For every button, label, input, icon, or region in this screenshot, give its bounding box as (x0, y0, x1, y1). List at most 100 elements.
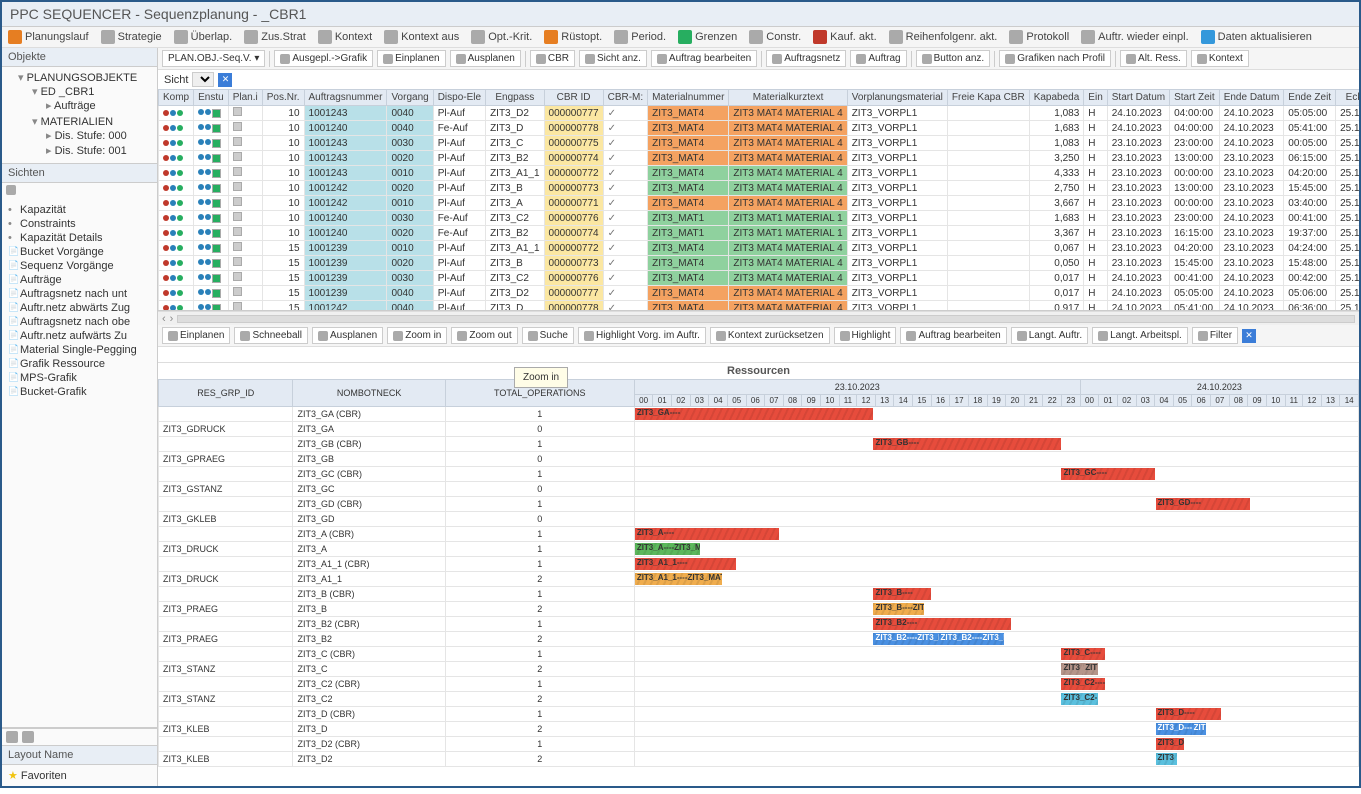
col-header[interactable]: Vorplanungsmaterial (847, 90, 947, 106)
gantt-row[interactable]: ZIT3_GD (CBR)1ZIT3_GD---- (159, 497, 1359, 512)
gantt-btn-einplanen[interactable]: Einplanen (162, 327, 230, 344)
sicht-select[interactable] (192, 72, 214, 87)
gantt-row[interactable]: ZIT3_GC (CBR)1ZIT3_GC---- (159, 467, 1359, 482)
grid-btn-einplanen[interactable]: Einplanen (377, 50, 445, 67)
toolbar-reihenfolgenr-akt-[interactable]: Reihenfolgenr. akt. (889, 30, 998, 44)
table-row[interactable]: 1510012390030Pl-AufZIT3_C2000000776ZIT3_… (159, 271, 1360, 286)
gantt-track[interactable]: ZIT3 (635, 752, 1358, 766)
gantt-track[interactable]: ZIT3_A1_1---- (635, 557, 1358, 571)
delete-icon[interactable] (22, 731, 34, 743)
gantt-track[interactable]: ZIT3_GA---- (635, 407, 1358, 421)
gantt-track[interactable] (635, 512, 1358, 526)
gantt-track[interactable]: ZIT3_B2---- (635, 617, 1358, 631)
sichten-item[interactable]: Aufträge (4, 273, 155, 287)
gantt-row[interactable]: ZIT3_GDRUCKZIT3_GA0 (159, 422, 1359, 437)
grid-btn-grafiken-nach-profil[interactable]: Grafiken nach Profil (999, 50, 1111, 67)
gantt-row[interactable]: ZIT3_GKLEBZIT3_GD0 (159, 512, 1359, 527)
gantt-row[interactable]: ZIT3_B (CBR)1ZIT3_B---- (159, 587, 1359, 602)
gantt-row[interactable]: ZIT3_D (CBR)1ZIT3_D---- (159, 707, 1359, 722)
gantt-btn-zoom-out[interactable]: Zoom out (451, 327, 517, 344)
grid-btn-auftrag-bearbeiten[interactable]: Auftrag bearbeiten (651, 50, 757, 67)
toolbar-strategie[interactable]: Strategie (101, 30, 162, 44)
gantt-btn-suche[interactable]: Suche (522, 327, 574, 344)
gantt-row[interactable]: ZIT3_A (CBR)1ZIT3_A---- (159, 527, 1359, 542)
toolbar-daten-aktualisieren[interactable]: Daten aktualisieren (1201, 30, 1312, 44)
toolbar-protokoll[interactable]: Protokoll (1009, 30, 1069, 44)
favorites-item[interactable]: Favoriten (8, 770, 67, 782)
gantt-bar[interactable]: ZIT3_GC---- (1061, 468, 1155, 480)
filter-close-icon[interactable]: ✕ (1242, 329, 1256, 343)
gantt-bar[interactable]: ZIT3_GD---- (1156, 498, 1250, 510)
gantt-track[interactable]: ZIT3ZIT (635, 662, 1358, 676)
col-header[interactable]: Materialkurztext (729, 90, 847, 106)
sichten-item[interactable]: MPS-Grafik (4, 371, 155, 385)
gantt-track[interactable]: ZIT3_A----ZIT3_MAT4 (635, 542, 1358, 556)
gantt-bar[interactable]: ZIT3_C2- (1061, 693, 1097, 705)
grid-btn-cbr[interactable]: CBR (530, 50, 575, 67)
gantt-row[interactable]: ZIT3_C2 (CBR)1ZIT3_C2---- (159, 677, 1359, 692)
gantt-row[interactable]: ZIT3_PRAEGZIT3_B2ZIT3_B----ZIT3 (159, 602, 1359, 617)
gantt-row[interactable]: ZIT3_D2 (CBR)1ZIT3_D2 (159, 737, 1359, 752)
col-header[interactable]: Start Datum (1107, 90, 1169, 106)
table-row[interactable]: 1010012400020Fe-AufZIT3_B2000000774ZIT3_… (159, 226, 1360, 241)
col-header[interactable]: Engpass (486, 90, 544, 106)
tree-root[interactable]: PLANUNGSOBJEKTE (27, 72, 138, 84)
gantt-bar[interactable]: ZIT3_B2----ZIT3_M (873, 633, 938, 645)
gantt-track[interactable]: ZIT3_C2---- (635, 677, 1358, 691)
gantt-track[interactable] (635, 422, 1358, 436)
grid-btn-alt-ress-[interactable]: Alt. Ress. (1120, 50, 1187, 67)
toolbar--berlap-[interactable]: Überlap. (174, 30, 233, 44)
plan-obj-dropdown[interactable]: PLAN.OBJ.-Seq.V. ▾ (162, 50, 265, 67)
scroll-right-icon[interactable]: › (170, 313, 174, 325)
grid-btn-auftragsnetz[interactable]: Auftragsnetz (766, 50, 846, 67)
gantt-bar[interactable]: ZIT3_C2---- (1061, 678, 1104, 690)
gantt-bar[interactable]: ZIT3_B2----ZIT3_MA (939, 633, 1004, 645)
gantt-row[interactable]: ZIT3_DRUCKZIT3_A1_12ZIT3_A1_1----ZIT3_MA… (159, 572, 1359, 587)
gantt-row[interactable]: ZIT3_GB (CBR)1ZIT3_GB---- (159, 437, 1359, 452)
gantt-track[interactable]: ZIT3_D---- (635, 707, 1358, 721)
table-row[interactable]: 1510012390010Pl-AufZIT3_A1_1000000772ZIT… (159, 241, 1360, 256)
toolbar-auftr-wieder-einpl-[interactable]: Auftr. wieder einpl. (1081, 30, 1189, 44)
gantt-row[interactable]: ZIT3_A1_1 (CBR)1ZIT3_A1_1---- (159, 557, 1359, 572)
table-row[interactable]: 1510012390040Pl-AufZIT3_D2000000777ZIT3_… (159, 286, 1360, 301)
tree-item[interactable]: ED _CBR1Aufträge (32, 84, 155, 114)
col-header[interactable]: Plan.i (228, 90, 262, 106)
gantt-bar[interactable]: ZIT3_B---- (873, 588, 931, 600)
gantt-track[interactable]: ZIT3_GB---- (635, 437, 1358, 451)
gantt-row[interactable]: ZIT3_GSTANZZIT3_GC0 (159, 482, 1359, 497)
table-row[interactable]: 1010012400040Fe-AufZIT3_D000000778ZIT3_M… (159, 121, 1360, 136)
col-header[interactable]: Start Zeit (1170, 90, 1220, 106)
gantt-bar[interactable]: ZIT3_D---- (1156, 708, 1221, 720)
toolbar-constr-[interactable]: Constr. (749, 30, 801, 44)
col-header[interactable]: Dispo-Ele (433, 90, 485, 106)
gantt-col-header[interactable]: NOMBOTNECK (293, 380, 445, 407)
gantt-row[interactable]: ZIT3_PRAEGZIT3_B22ZIT3_B2----ZIT3_MZIT3_… (159, 632, 1359, 647)
col-header[interactable]: Auftragsnummer (304, 90, 387, 106)
close-icon[interactable]: ✕ (218, 73, 232, 87)
gantt-btn-filter[interactable]: Filter (1192, 327, 1238, 344)
sichten-item[interactable]: Auftr.netz aufwärts Zu (4, 329, 155, 343)
sichten-item[interactable]: Kapazität Details (4, 231, 155, 245)
gantt-track[interactable]: ZIT3_B---- (635, 587, 1358, 601)
col-header[interactable]: Eckende (1336, 90, 1359, 106)
gantt-row[interactable]: ZIT3_GA (CBR)1ZIT3_GA---- (159, 407, 1359, 422)
grid-btn-sicht-anz-[interactable]: Sicht anz. (579, 50, 647, 67)
table-row[interactable]: 1010012430010Pl-AufZIT3_A1_1000000772ZIT… (159, 166, 1360, 181)
gantt-btn-ausplanen[interactable]: Ausplanen (312, 327, 383, 344)
gantt-bar[interactable]: ZIT3 (1156, 753, 1178, 765)
col-header[interactable]: Ende Zeit (1284, 90, 1336, 106)
col-header[interactable]: Ein (1084, 90, 1107, 106)
table-row[interactable]: 1010012420010Pl-AufZIT3_A000000771ZIT3_M… (159, 196, 1360, 211)
gantt-bar[interactable]: ZIT3_A---- (635, 528, 780, 540)
save-icon[interactable] (6, 731, 18, 743)
gantt-track[interactable]: ZIT3_A1_1----ZIT3_MAT4 (635, 572, 1358, 586)
toolbar-kontext[interactable]: Kontext (318, 30, 372, 44)
gantt-track[interactable] (635, 482, 1358, 496)
col-header[interactable]: Pos.Nr. (262, 90, 304, 106)
gantt-bar[interactable]: ZIT3_C---- (1061, 648, 1104, 660)
gantt-row[interactable]: ZIT3_STANZZIT3_C2ZIT3ZIT (159, 662, 1359, 677)
objects-tree[interactable]: PLANUNGSOBJEKTE ED _CBR1AufträgeMATERIAL… (2, 67, 157, 163)
sichten-item[interactable]: Auftragsnetz nach unt (4, 287, 155, 301)
grid-btn-ausgepl-grafik[interactable]: Ausgepl.->Grafik (274, 50, 373, 67)
gantt-track[interactable]: ZIT3_B----ZIT3 (635, 602, 1358, 616)
